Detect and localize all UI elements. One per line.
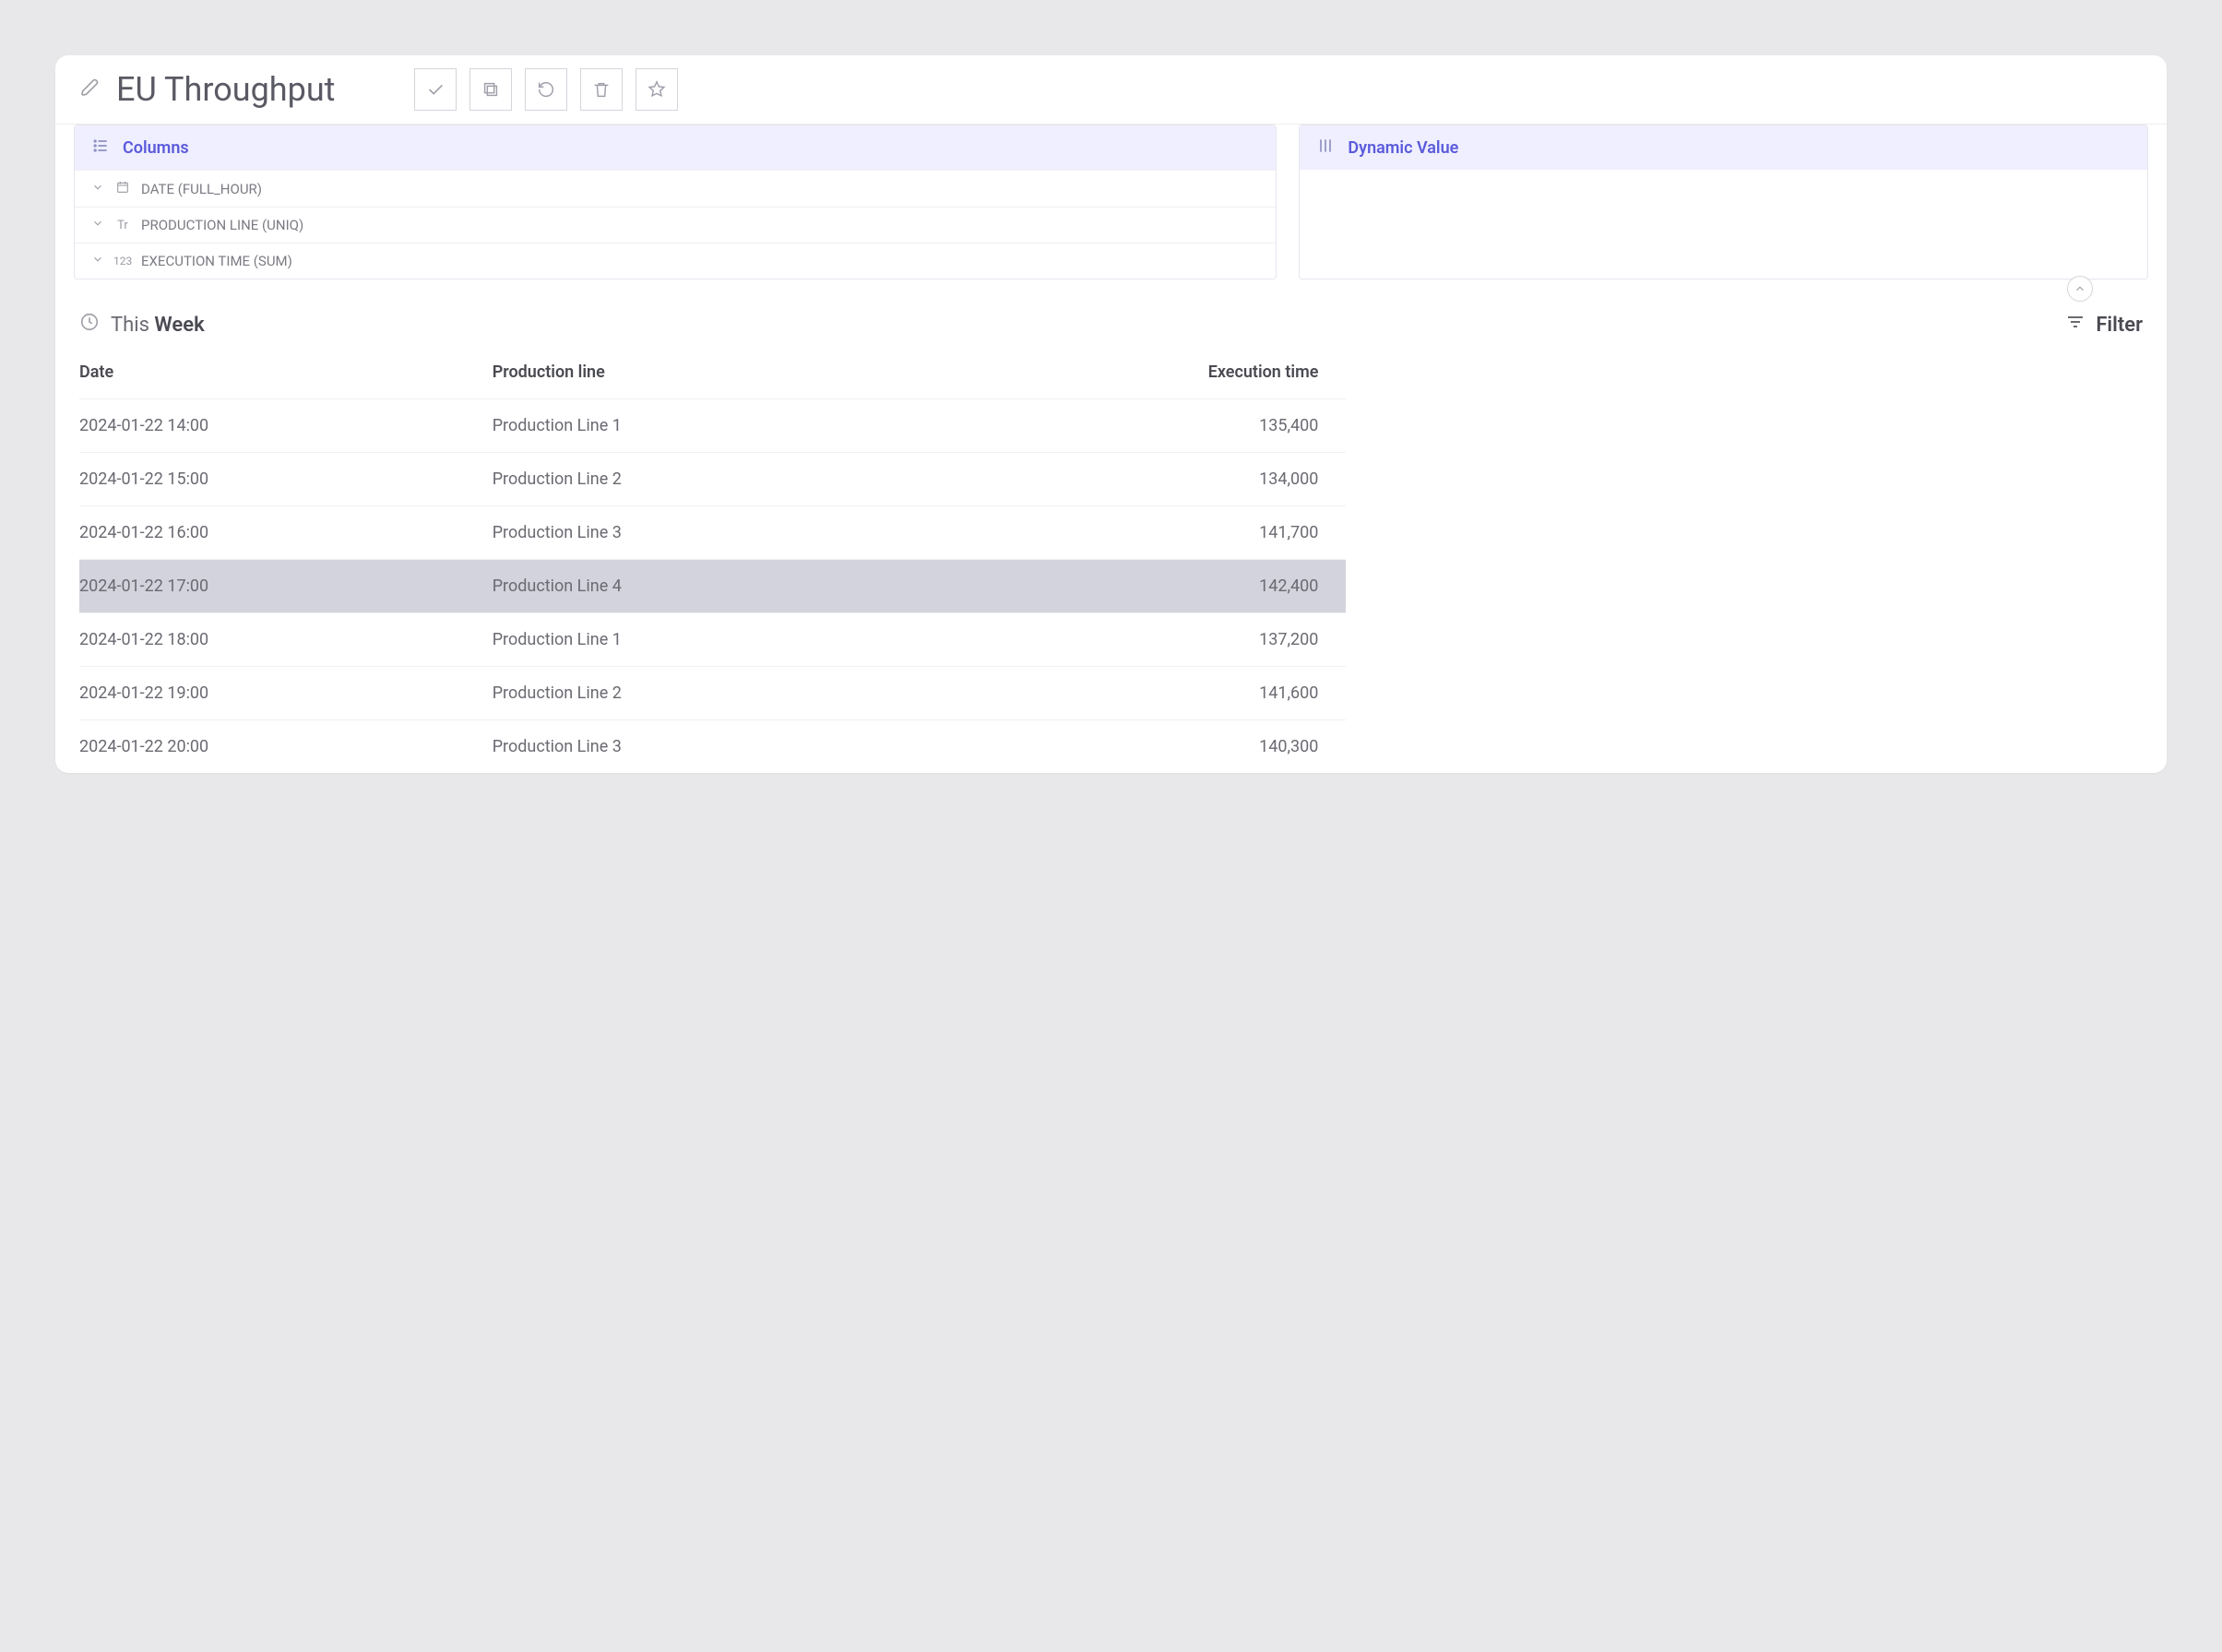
column-label: EXECUTION TIME (SUM)	[141, 253, 292, 269]
table-row[interactable]: 2024-01-22 19:00Production Line 2141,600	[79, 667, 1346, 720]
cell-exec: 137,200	[905, 613, 1346, 667]
clock-icon	[79, 312, 100, 338]
cell-exec: 135,400	[905, 399, 1346, 453]
time-range-selector[interactable]: This Week	[79, 312, 205, 338]
columns-panel-header[interactable]: Columns	[75, 125, 1276, 170]
table-header-row: Date Production line Execution time	[79, 346, 1346, 399]
dynamic-panel-title: Dynamic Value	[1348, 138, 1458, 158]
column-label: DATE (FULL_HOUR)	[141, 181, 262, 197]
cell-line: Production Line 1	[493, 613, 906, 667]
cell-date: 2024-01-22 17:00	[79, 560, 493, 613]
cell-date: 2024-01-22 18:00	[79, 613, 493, 667]
confirm-button[interactable]	[414, 68, 457, 111]
results-table: Date Production line Execution time 2024…	[79, 346, 1346, 773]
cell-date: 2024-01-22 14:00	[79, 399, 493, 453]
type-icon: 123	[113, 255, 132, 267]
time-range-prefix: This	[111, 314, 149, 337]
cell-exec: 141,700	[905, 506, 1346, 560]
col-header-exec[interactable]: Execution time	[905, 346, 1346, 399]
table-row[interactable]: 2024-01-22 15:00Production Line 2134,000	[79, 453, 1346, 506]
cell-date: 2024-01-22 16:00	[79, 506, 493, 560]
delete-button[interactable]	[580, 68, 623, 111]
cell-line: Production Line 3	[493, 720, 906, 774]
results-header: This Week Filter	[55, 289, 2167, 346]
cell-line: Production Line 4	[493, 560, 906, 613]
cell-line: Production Line 2	[493, 453, 906, 506]
cell-exec: 141,600	[905, 667, 1346, 720]
table-row[interactable]: 2024-01-22 20:00Production Line 3140,300	[79, 720, 1346, 774]
cell-exec: 140,300	[905, 720, 1346, 774]
config-area: Columns DATE (FULL_HOUR) Tr PRODUCTION LIN…	[55, 124, 2167, 289]
col-header-line[interactable]: Production line	[493, 346, 906, 399]
column-item[interactable]: 123 EXECUTION TIME (SUM)	[75, 243, 1276, 279]
cell-date: 2024-01-22 15:00	[79, 453, 493, 506]
table-row[interactable]: 2024-01-22 14:00Production Line 1135,400	[79, 399, 1346, 453]
toolbar	[414, 68, 678, 111]
type-icon	[113, 180, 132, 197]
columns-panel-title: Columns	[123, 138, 189, 158]
chevron-down-icon	[91, 181, 104, 197]
filter-button[interactable]: Filter	[2064, 311, 2143, 339]
cell-exec: 142,400	[905, 560, 1346, 613]
column-label: PRODUCTION LINE (UNIQ)	[141, 217, 303, 233]
cell-line: Production Line 2	[493, 667, 906, 720]
list-icon	[91, 137, 110, 159]
cell-exec: 134,000	[905, 453, 1346, 506]
time-range-value: Week	[154, 314, 204, 337]
copy-button[interactable]	[469, 68, 512, 111]
cell-date: 2024-01-22 20:00	[79, 720, 493, 774]
cell-line: Production Line 1	[493, 399, 906, 453]
column-item[interactable]: Tr PRODUCTION LINE (UNIQ)	[75, 207, 1276, 243]
report-card: EU Throughput	[55, 55, 2167, 773]
edit-icon[interactable]	[79, 77, 101, 102]
table-row[interactable]: 2024-01-22 18:00Production Line 1137,200	[79, 613, 1346, 667]
report-header: EU Throughput	[55, 55, 2167, 124]
refresh-button[interactable]	[525, 68, 567, 111]
report-title[interactable]: EU Throughput	[116, 70, 335, 109]
chevron-down-icon	[91, 253, 104, 269]
cell-date: 2024-01-22 19:00	[79, 667, 493, 720]
filter-icon	[2064, 311, 2086, 339]
col-header-date[interactable]: Date	[79, 346, 493, 399]
favorite-button[interactable]	[636, 68, 678, 111]
sliders-icon	[1316, 137, 1335, 159]
chevron-down-icon	[91, 217, 104, 233]
table-row[interactable]: 2024-01-22 16:00Production Line 3141,700	[79, 506, 1346, 560]
dynamic-panel-header[interactable]: Dynamic Value	[1300, 125, 2147, 170]
filter-label: Filter	[2096, 314, 2143, 337]
table-row[interactable]: 2024-01-22 17:00Production Line 4142,400	[79, 560, 1346, 613]
column-item[interactable]: DATE (FULL_HOUR)	[75, 170, 1276, 207]
columns-panel: Columns DATE (FULL_HOUR) Tr PRODUCTION LIN…	[74, 125, 1277, 279]
dynamic-value-panel: Dynamic Value	[1299, 125, 2148, 279]
type-icon: Tr	[113, 219, 132, 232]
collapse-toggle[interactable]	[2067, 276, 2093, 302]
cell-line: Production Line 3	[493, 506, 906, 560]
